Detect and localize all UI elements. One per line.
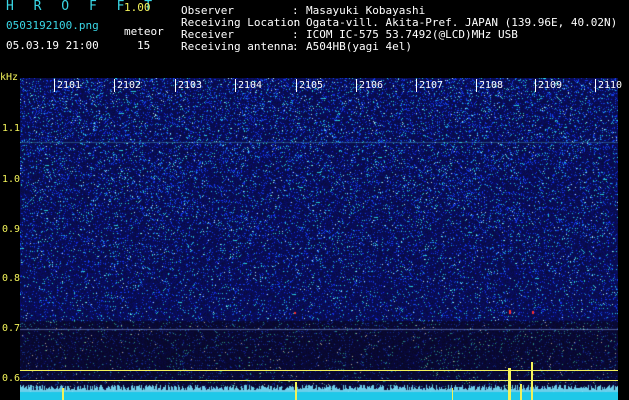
x-tick-label: 2106 — [359, 80, 384, 91]
x-tick — [296, 79, 297, 92]
x-tick — [356, 79, 357, 92]
x-tick — [476, 79, 477, 92]
meteor-echo-bar — [62, 388, 64, 400]
timestamp: 05.03.19 21:00 — [6, 39, 99, 52]
x-tick — [535, 79, 536, 92]
reference-line — [20, 370, 618, 371]
y-tick-label: 0.8 — [2, 273, 21, 284]
meteor-echo-bar — [508, 368, 511, 400]
hroft-window: H R O F F T 1.00 0503192100.png meteor 0… — [0, 0, 629, 400]
x-tick-label: 2102 — [117, 80, 142, 91]
x-tick — [54, 79, 55, 92]
x-tick-label: 2108 — [479, 80, 504, 91]
x-tick-label: 2110 — [598, 80, 623, 91]
x-tick — [235, 79, 236, 92]
antenna-value: A504HB(yagi 4el) — [306, 40, 412, 53]
y-axis-unit: kHz — [0, 72, 19, 83]
y-tick-label: 1.0 — [2, 174, 21, 185]
x-tick-label: 2107 — [419, 80, 444, 91]
y-tick-label: 0.6 — [2, 373, 21, 384]
meteor-echo-bar — [520, 384, 522, 400]
spectrogram — [20, 78, 618, 400]
x-tick — [114, 79, 115, 92]
y-tick-label: 0.9 — [2, 224, 21, 235]
meteor-echo-bar — [295, 382, 297, 400]
x-tick-label: 2105 — [299, 80, 324, 91]
file-name: 0503192100.png — [6, 19, 99, 32]
meteor-echo-bar — [531, 362, 533, 400]
x-tick — [175, 79, 176, 92]
meteor-count: 15 — [137, 39, 151, 52]
meteor-label: meteor — [124, 25, 164, 38]
x-tick — [595, 79, 596, 92]
y-tick-label: 0.7 — [2, 323, 21, 334]
y-tick-label: 1.1 — [2, 123, 21, 134]
reference-line — [20, 380, 618, 381]
x-tick — [416, 79, 417, 92]
x-tick-label: 2109 — [538, 80, 563, 91]
meteor-echo-bar — [452, 388, 453, 400]
x-tick-label: 2103 — [178, 80, 203, 91]
separator: : — [292, 40, 299, 53]
antenna-label: Receiving antenna — [181, 40, 294, 53]
x-tick-label: 2104 — [238, 80, 263, 91]
x-tick-label: 2101 — [57, 80, 82, 91]
app-version: 1.00 — [124, 1, 151, 14]
